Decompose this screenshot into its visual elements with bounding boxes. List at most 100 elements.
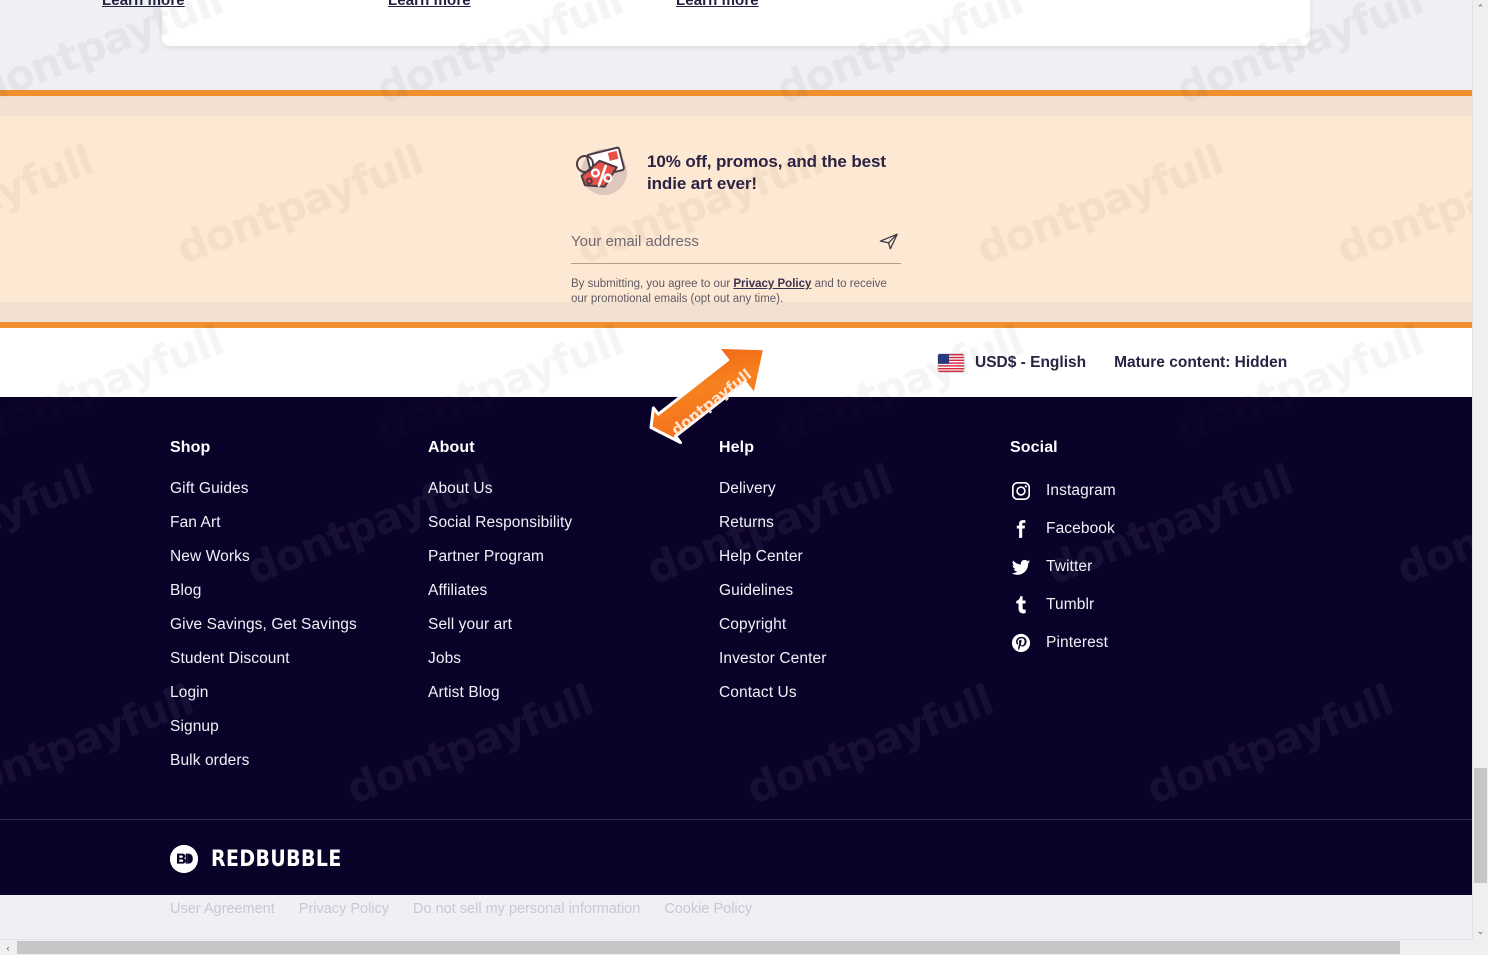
- footer-link-give-savings[interactable]: Give Savings, Get Savings: [170, 616, 357, 633]
- footer-column-shop: Shop Gift Guides Fan Art New Works Blog …: [170, 439, 428, 770]
- list-item: Investor Center: [719, 650, 1010, 668]
- tumblr-icon: [1010, 594, 1032, 616]
- footer-link-list-shop: Gift Guides Fan Art New Works Blog Give …: [170, 480, 428, 770]
- footer-link-bulk-orders[interactable]: Bulk orders: [170, 752, 250, 769]
- footer-heading-about: About: [428, 439, 475, 456]
- social-link-tumblr[interactable]: Tumblr: [1010, 594, 1290, 616]
- legal-link-do-not-sell[interactable]: Do not sell my personal information: [413, 901, 640, 917]
- footer-divider: [0, 819, 1472, 820]
- horizontal-scrollbar-thumb[interactable]: [17, 941, 1400, 954]
- learn-more-link-3[interactable]: Learn more: [676, 0, 759, 9]
- footer-link-returns[interactable]: Returns: [719, 514, 774, 531]
- footer-link-help-center[interactable]: Help Center: [719, 548, 803, 565]
- legal-links-row: User Agreement Privacy Policy Do not sel…: [170, 901, 752, 917]
- footer-link-copyright[interactable]: Copyright: [719, 616, 786, 633]
- social-link-instagram[interactable]: Instagram: [1010, 480, 1290, 502]
- footer-link-affiliates[interactable]: Affiliates: [428, 582, 487, 599]
- top-section: Learn more Learn more Learn more: [0, 0, 1472, 90]
- footer-link-login[interactable]: Login: [170, 684, 208, 701]
- footer-heading-social: Social: [1010, 439, 1058, 456]
- currency-language-selector[interactable]: USD$ - English: [938, 353, 1087, 372]
- footer-heading-help: Help: [719, 439, 755, 456]
- vertical-scrollbar[interactable]: ⌃ ⌄: [1472, 0, 1488, 939]
- discount-tag-envelope-icon: [571, 144, 633, 202]
- learn-more-row: Learn more Learn more Learn more: [0, 0, 1472, 14]
- list-item: Gift Guides: [170, 480, 428, 498]
- social-link-twitter[interactable]: Twitter: [1010, 556, 1290, 578]
- social-link-facebook[interactable]: Facebook: [1010, 518, 1290, 540]
- footer-link-partner-program[interactable]: Partner Program: [428, 548, 544, 565]
- social-label-twitter: Twitter: [1046, 558, 1093, 575]
- horizontal-scrollbar[interactable]: ‹ ›: [0, 939, 1488, 955]
- list-item: Returns: [719, 514, 1010, 532]
- footer-link-contact-us[interactable]: Contact Us: [719, 684, 797, 701]
- list-item: Affiliates: [428, 582, 719, 600]
- footer-link-list-help: Delivery Returns Help Center Guidelines …: [719, 480, 1010, 702]
- list-item: Blog: [170, 582, 428, 600]
- email-signup-row: [571, 230, 901, 264]
- footer-link-new-works[interactable]: New Works: [170, 548, 250, 565]
- social-label-instagram: Instagram: [1046, 482, 1116, 499]
- list-item: Help Center: [719, 548, 1010, 566]
- privacy-policy-link[interactable]: Privacy Policy: [733, 278, 811, 290]
- footer-link-guidelines[interactable]: Guidelines: [719, 582, 793, 599]
- scroll-up-button[interactable]: ⌃: [1473, 0, 1488, 16]
- learn-more-link-1[interactable]: Learn more: [102, 0, 185, 9]
- scroll-left-button[interactable]: ‹: [0, 940, 16, 955]
- footer-link-delivery[interactable]: Delivery: [719, 480, 776, 497]
- promo-legal-prefix: By submitting, you agree to our: [571, 278, 734, 290]
- list-item: Partner Program: [428, 548, 719, 566]
- brand-logo[interactable]: REDBUBBLE: [170, 845, 752, 873]
- list-item: Artist Blog: [428, 684, 719, 702]
- list-item: Contact Us: [719, 684, 1010, 702]
- social-label-pinterest: Pinterest: [1046, 634, 1109, 651]
- twitter-icon: [1010, 556, 1032, 578]
- footer-columns: Shop Gift Guides Fan Art New Works Blog …: [0, 439, 1472, 770]
- footer-link-about-us[interactable]: About Us: [428, 480, 493, 497]
- legal-link-user-agreement[interactable]: User Agreement: [170, 901, 275, 917]
- footer-link-student-discount[interactable]: Student Discount: [170, 650, 290, 667]
- footer-link-social-responsibility[interactable]: Social Responsibility: [428, 514, 572, 531]
- rb-logo-icon: [170, 845, 198, 873]
- footer-link-fan-art[interactable]: Fan Art: [170, 514, 221, 531]
- list-item: Bulk orders: [170, 752, 428, 770]
- footer-column-about: About About Us Social Responsibility Par…: [428, 439, 719, 770]
- email-input[interactable]: [571, 232, 831, 250]
- legal-link-privacy-policy[interactable]: Privacy Policy: [299, 901, 389, 917]
- list-item: Social Responsibility: [428, 514, 719, 532]
- scroll-down-button[interactable]: ⌄: [1473, 923, 1488, 939]
- list-item: Give Savings, Get Savings: [170, 616, 428, 634]
- promo-title: 10% off, promos, and the best indie art …: [647, 152, 886, 193]
- footer-column-social: Social Instagram Facebook Twitter Tumblr…: [1010, 439, 1290, 770]
- learn-more-link-2[interactable]: Learn more: [388, 0, 471, 9]
- footer-link-signup[interactable]: Signup: [170, 718, 219, 735]
- social-label-facebook: Facebook: [1046, 520, 1115, 537]
- vertical-scrollbar-thumb[interactable]: [1474, 768, 1487, 883]
- list-item: Tumblr: [1010, 594, 1290, 616]
- page-viewport: Learn more Learn more Learn more 10% off…: [0, 0, 1472, 939]
- legal-link-cookie-policy[interactable]: Cookie Policy: [664, 901, 752, 917]
- scrollbar-corner: [1472, 939, 1488, 955]
- footer-link-investor-center[interactable]: Investor Center: [719, 650, 826, 667]
- footer-link-blog[interactable]: Blog: [170, 582, 201, 599]
- footer-link-sell-your-art[interactable]: Sell your art: [428, 616, 512, 633]
- list-item: Login: [170, 684, 428, 702]
- list-item: Twitter: [1010, 556, 1290, 578]
- send-paper-plane-icon[interactable]: [877, 230, 901, 252]
- social-link-pinterest[interactable]: Pinterest: [1010, 632, 1290, 654]
- list-item: Copyright: [719, 616, 1010, 634]
- pinterest-icon: [1010, 632, 1032, 654]
- footer-link-artist-blog[interactable]: Artist Blog: [428, 684, 500, 701]
- us-flag-icon: [938, 353, 964, 372]
- currency-language-label: USD$ - English: [975, 353, 1087, 371]
- mature-content-toggle[interactable]: Mature content: Hidden: [1114, 354, 1287, 372]
- list-item: Pinterest: [1010, 632, 1290, 654]
- newsletter-promo-section: 10% off, promos, and the best indie art …: [0, 90, 1472, 328]
- newsletter-signup: 10% off, promos, and the best indie art …: [571, 144, 901, 307]
- social-label-tumblr: Tumblr: [1046, 596, 1095, 613]
- footer-bottom: REDBUBBLE User Agreement Privacy Policy …: [170, 845, 752, 917]
- locale-bar: USD$ - English Mature content: Hidden: [0, 328, 1472, 397]
- footer-link-gift-guides[interactable]: Gift Guides: [170, 480, 249, 497]
- footer-link-jobs[interactable]: Jobs: [428, 650, 461, 667]
- list-item: Guidelines: [719, 582, 1010, 600]
